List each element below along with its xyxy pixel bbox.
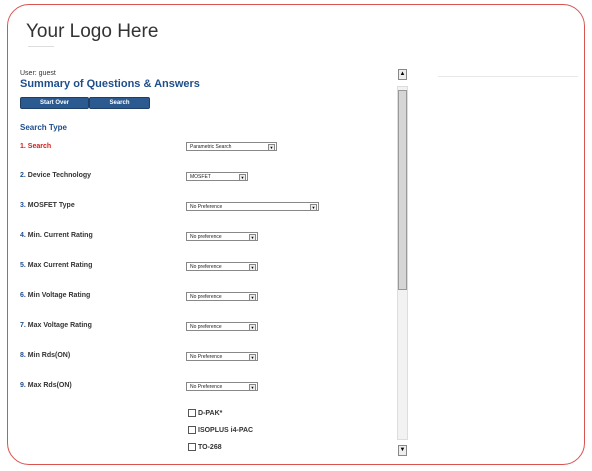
question-7-label: 7. Max Voltage Rating	[20, 322, 92, 329]
question-6-select[interactable]: No preference ▼	[186, 292, 258, 301]
question-2-select[interactable]: MOSFET ▼	[186, 172, 248, 181]
start-over-button[interactable]: Start Over	[20, 97, 89, 109]
package-label: TO-268	[198, 443, 222, 451]
chevron-down-icon: ▼	[239, 174, 246, 181]
select-value: No Preference	[190, 204, 223, 210]
question-number: 4.	[20, 232, 26, 239]
question-1-label: 1. Search	[20, 143, 51, 150]
question-5-select[interactable]: No preference ▼	[186, 262, 258, 271]
scroll-up-button[interactable]: ▲	[398, 69, 407, 80]
chevron-down-icon: ▼	[249, 384, 256, 391]
chevron-down-icon: ▼	[249, 324, 256, 331]
select-value: No preference	[190, 294, 222, 300]
question-text: Min Rds(ON)	[27, 352, 71, 359]
question-number: 7.	[20, 322, 26, 329]
question-6-label: 6. Min Voltage Rating	[20, 292, 90, 299]
scroll-thumb[interactable]	[398, 90, 407, 290]
chevron-down-icon: ▼	[249, 354, 256, 361]
question-number: 6.	[20, 292, 26, 299]
question-number: 2.	[20, 172, 26, 179]
package-option[interactable]: TO-268	[188, 443, 222, 451]
summary-title: Summary of Questions & Answers	[20, 78, 200, 90]
select-value: No preference	[190, 234, 222, 240]
question-text: Device Technology	[27, 172, 92, 179]
right-divider	[438, 76, 578, 77]
question-4-label: 4. Min. Current Rating	[20, 232, 93, 239]
search-type-heading: Search Type	[20, 123, 67, 132]
question-number: 5.	[20, 262, 26, 269]
select-value: Parametric Search	[190, 144, 232, 150]
question-text: Min. Current Rating	[27, 232, 93, 239]
package-label: D-PAK*	[198, 409, 223, 417]
select-value: No preference	[190, 324, 222, 330]
package-label: ISOPLUS i4-PAC	[198, 426, 254, 434]
question-number: 3.	[20, 202, 26, 209]
chevron-down-icon: ▼	[249, 294, 256, 301]
question-text: Max Rds(ON)	[27, 382, 72, 389]
package-option[interactable]: ISOPLUS i4-PAC	[188, 426, 253, 434]
package-option[interactable]: D-PAK*	[188, 409, 222, 417]
checkbox[interactable]	[188, 409, 196, 417]
select-value: No Preference	[190, 384, 223, 390]
question-8-select[interactable]: No Preference ▼	[186, 352, 258, 361]
question-text: Max Voltage Rating	[27, 322, 92, 329]
questions-panel: User: guest Summary of Questions & Answe…	[18, 66, 412, 458]
select-value: MOSFET	[190, 174, 211, 180]
user-status: User: guest	[20, 70, 56, 77]
search-button[interactable]: Search	[89, 97, 150, 109]
question-number: 1.	[20, 143, 26, 150]
chevron-down-icon: ▼	[268, 144, 275, 151]
select-value: No preference	[190, 264, 222, 270]
question-number: 9.	[20, 382, 26, 389]
question-7-select[interactable]: No preference ▼	[186, 322, 258, 331]
question-text: Min Voltage Rating	[27, 292, 91, 299]
scroll-down-button[interactable]: ▼	[398, 445, 407, 456]
select-value: No Preference	[190, 354, 223, 360]
checkbox[interactable]	[188, 426, 196, 434]
question-9-select[interactable]: No Preference ▼	[186, 382, 258, 391]
chevron-down-icon: ▼	[249, 264, 256, 271]
question-8-label: 8. Min Rds(ON)	[20, 352, 70, 359]
chevron-down-icon: ▼	[249, 234, 256, 241]
question-4-select[interactable]: No preference ▼	[186, 232, 258, 241]
chevron-down-icon: ▼	[310, 204, 317, 211]
question-9-label: 9. Max Rds(ON)	[20, 382, 72, 389]
question-text: Max Current Rating	[27, 262, 93, 269]
checkbox[interactable]	[188, 443, 196, 451]
question-2-label: 2. Device Technology	[20, 172, 91, 179]
question-number: 8.	[20, 352, 26, 359]
question-text: Search	[27, 143, 52, 150]
question-1-select[interactable]: Parametric Search ▼	[186, 142, 277, 151]
question-3-select[interactable]: No Preference ▼	[186, 202, 319, 211]
logo-text: Your Logo Here	[26, 21, 159, 42]
logo-divider	[28, 46, 54, 47]
question-5-label: 5. Max Current Rating	[20, 262, 92, 269]
question-text: MOSFET Type	[27, 202, 75, 209]
question-3-label: 3. MOSFET Type	[20, 202, 75, 209]
